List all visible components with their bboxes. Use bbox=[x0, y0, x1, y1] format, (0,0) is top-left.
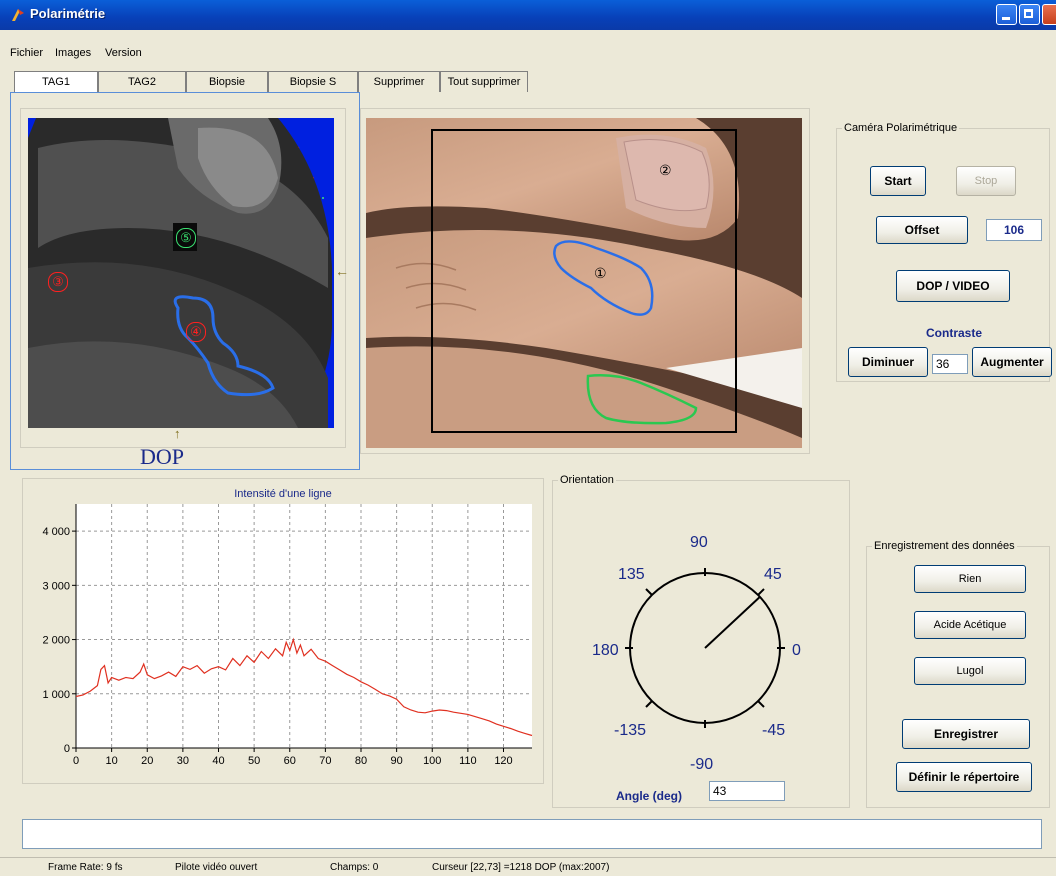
angle-label-minus-135: -135 bbox=[614, 722, 647, 739]
tab-biopsie-s[interactable]: Biopsie S bbox=[268, 71, 358, 92]
status-curseur: Curseur [22,73] =1218 DOP (max:2007) bbox=[432, 862, 610, 873]
plot-area bbox=[76, 504, 532, 748]
angle-label-minus-45: -45 bbox=[762, 722, 786, 739]
start-button[interactable]: Start bbox=[870, 166, 926, 196]
angle-label-0: 0 bbox=[792, 642, 801, 659]
close-button[interactable] bbox=[1042, 4, 1056, 25]
camera-group bbox=[836, 128, 1050, 382]
angle-label-180: 180 bbox=[592, 642, 619, 659]
intensity-chart[interactable]: 0 10 20 30 40 50 60 70 80 90 100 110 120 0 1 000 2 000 3… bbox=[22, 478, 544, 784]
rien-button[interactable]: Rien bbox=[914, 565, 1026, 593]
y-tick-label: 1 000 bbox=[42, 689, 70, 701]
x-tick-label: 80 bbox=[355, 755, 367, 767]
angle-label-45: 45 bbox=[764, 566, 782, 583]
x-tick-label: 20 bbox=[141, 755, 153, 767]
message-box[interactable] bbox=[22, 819, 1042, 849]
camera-group-title: Caméra Polarimétrique bbox=[842, 122, 960, 134]
video-marker-2: ② bbox=[659, 162, 672, 178]
x-tick-label: 90 bbox=[391, 755, 403, 767]
angle-label-90: 90 bbox=[690, 534, 708, 551]
angle-label-135: 135 bbox=[618, 566, 645, 583]
angle-deg-label: Angle (deg) bbox=[616, 789, 682, 803]
title-bar[interactable] bbox=[0, 0, 1056, 30]
y-tick-label: 0 bbox=[64, 743, 70, 755]
x-tick-label: 70 bbox=[319, 755, 331, 767]
x-tick-label: 120 bbox=[494, 755, 512, 767]
dop-marker-5: ⑤ bbox=[176, 228, 196, 248]
menu-images[interactable]: Images bbox=[55, 47, 91, 59]
y-tick-label: 2 000 bbox=[42, 635, 70, 647]
menu-version[interactable]: Version bbox=[105, 47, 142, 59]
dial-needle bbox=[704, 596, 761, 649]
x-tick-label: 10 bbox=[106, 755, 118, 767]
window-title: Polarimétrie bbox=[30, 6, 106, 21]
offset-value: 106 bbox=[986, 219, 1042, 241]
x-tick-label: 30 bbox=[177, 755, 189, 767]
tab-tout-supprimer[interactable]: Tout supprimer bbox=[440, 71, 528, 92]
tab-supprimer[interactable]: Supprimer bbox=[358, 71, 440, 92]
angle-input[interactable]: 43 bbox=[709, 781, 785, 801]
y-tick-label: 4 000 bbox=[42, 526, 70, 538]
stop-button[interactable]: Stop bbox=[956, 166, 1016, 196]
recording-group-title: Enregistrement des données bbox=[872, 540, 1017, 552]
video-marker-1: ① bbox=[594, 265, 607, 281]
enregistrer-button[interactable]: Enregistrer bbox=[902, 719, 1030, 749]
maximize-button[interactable] bbox=[1019, 4, 1040, 25]
x-tick-label: 0 bbox=[73, 755, 79, 767]
status-champs: Champs: 0 bbox=[330, 862, 379, 873]
tab-tag2[interactable]: TAG2 bbox=[98, 71, 186, 92]
contraste-input[interactable]: 36 bbox=[932, 354, 968, 374]
status-pilote: Pilote vidéo ouvert bbox=[175, 862, 258, 873]
diminuer-button[interactable]: Diminuer bbox=[848, 347, 928, 377]
y-tick-label: 3 000 bbox=[42, 580, 70, 592]
x-tick-label: 100 bbox=[423, 755, 441, 767]
x-tick-label: 60 bbox=[284, 755, 296, 767]
dop-label: DOP bbox=[140, 444, 185, 469]
row-cursor-arrow-icon: ← bbox=[335, 263, 349, 279]
dop-marker-3: ③ bbox=[48, 272, 68, 292]
offset-button[interactable]: Offset bbox=[876, 216, 968, 244]
app-icon bbox=[12, 9, 24, 21]
dop-image[interactable] bbox=[28, 118, 334, 428]
menu-fichier[interactable]: Fichier bbox=[10, 47, 43, 59]
video-image[interactable] bbox=[366, 118, 802, 448]
x-tick-label: 40 bbox=[212, 755, 224, 767]
x-tick-label: 50 bbox=[248, 755, 260, 767]
chart-grid bbox=[76, 504, 532, 748]
tab-tag1[interactable]: TAG1 bbox=[14, 71, 98, 92]
definir-repertoire-button[interactable]: Définir le répertoire bbox=[896, 762, 1032, 792]
status-frame-rate: Frame Rate: 9 fs bbox=[48, 862, 123, 873]
dop-marker-4: ④ bbox=[186, 322, 206, 342]
column-cursor-arrow-icon: ↑ bbox=[174, 426, 181, 441]
x-tick-label: 110 bbox=[459, 755, 477, 767]
lugol-button[interactable]: Lugol bbox=[914, 657, 1026, 685]
minimize-button[interactable] bbox=[996, 4, 1017, 25]
contraste-label: Contraste bbox=[926, 326, 983, 340]
augmenter-button[interactable]: Augmenter bbox=[972, 347, 1052, 377]
angle-label-minus-90: -90 bbox=[690, 756, 714, 773]
tab-biopsie[interactable]: Biopsie bbox=[186, 71, 268, 92]
acide-acetique-button[interactable]: Acide Acétique bbox=[914, 611, 1026, 639]
dop-video-button[interactable]: DOP / VIDEO bbox=[896, 270, 1010, 302]
